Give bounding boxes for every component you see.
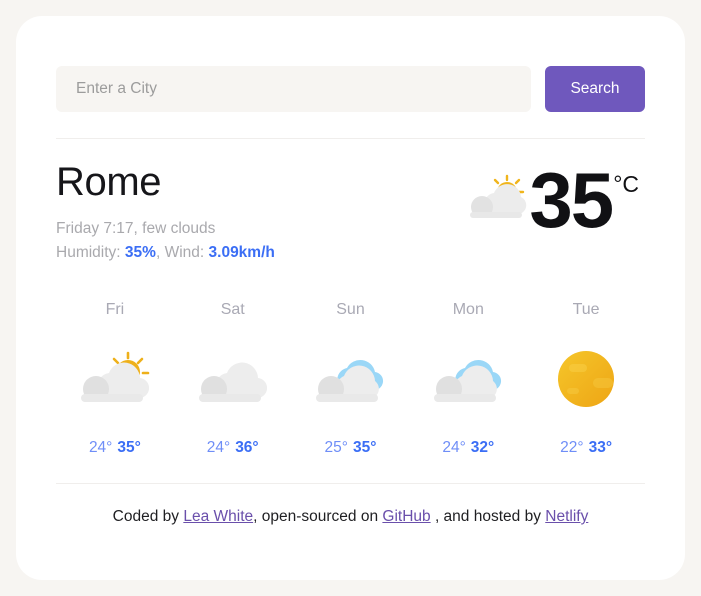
details-separator: , <box>155 244 165 262</box>
forecast-day-label: Fri <box>105 301 125 319</box>
current-weather: Rome Friday 7:17, few clouds Humidity: 3… <box>56 161 645 265</box>
footer-credits: Coded by Lea White, open-sourced on GitH… <box>56 508 645 526</box>
forecast-temps: 25° 35° <box>292 439 410 457</box>
forecast-max-temp: 35° <box>352 439 377 457</box>
footer-prefix: Coded by <box>112 508 184 526</box>
divider-bottom <box>56 483 645 485</box>
forecast-min-temp: 24° <box>88 439 113 457</box>
blue-cloud-icon <box>409 341 527 417</box>
forecast-day-label: Sat <box>220 301 245 319</box>
forecast-temps: 24° 32° <box>409 439 527 457</box>
forecast-day-label: Sun <box>336 301 365 319</box>
forecast-day-2: Sun 25° 35° <box>292 301 410 457</box>
sun-behind-cloud-icon <box>467 174 529 227</box>
wind-value: 3.09km/h <box>208 244 275 262</box>
divider-top <box>56 138 645 139</box>
search-input[interactable] <box>56 66 531 112</box>
forecast-min-temp: 22° <box>560 439 584 457</box>
search-form: Search <box>56 66 645 112</box>
footer-middle-2: , and hosted by <box>430 508 546 526</box>
humidity-value: 35% <box>124 244 156 262</box>
sun-icon <box>527 341 645 417</box>
current-temperature-block: 35 °C <box>467 156 639 244</box>
forecast-temps: 24° 35° <box>56 439 174 457</box>
author-link[interactable]: Lea White <box>183 508 253 525</box>
current-weather-text: Rome Friday 7:17, few clouds Humidity: 3… <box>56 161 275 265</box>
temperature-unit: °C <box>613 171 639 197</box>
city-name: Rome <box>56 160 162 204</box>
humidity-label: Humidity: <box>56 244 121 262</box>
search-button[interactable]: Search <box>545 66 645 112</box>
condition-line: Friday 7:17, few clouds <box>56 220 216 237</box>
app-background: Search Rome Friday 7:17, few clouds Humi… <box>0 0 701 596</box>
details-line: Humidity: 35%, Wind: 3.09km/h <box>56 241 275 265</box>
forecast-min-temp: 24° <box>442 439 466 457</box>
cloud-icon <box>174 341 292 417</box>
forecast-day-1: Sat 24° 36° <box>174 301 292 457</box>
forecast-temps: 22° 33° <box>527 439 645 457</box>
forecast-max-temp: 36° <box>235 439 259 457</box>
wind-label: Wind: <box>164 244 205 262</box>
forecast-max-temp: 33° <box>588 439 613 457</box>
forecast-min-temp: 24° <box>206 439 231 457</box>
forecast-day-label: Tue <box>572 301 600 319</box>
current-temperature: 35 <box>529 156 614 244</box>
github-link[interactable]: GitHub <box>382 508 430 525</box>
forecast-row: Fri 24° 35° Sat 24° 36° Sun 25° 35° Mon … <box>56 301 645 457</box>
netlify-link[interactable]: Netlify <box>545 508 588 525</box>
forecast-day-3: Mon 24° 32° <box>409 301 527 457</box>
forecast-temps: 24° 36° <box>174 439 292 457</box>
footer-middle: , open-sourced on <box>253 508 383 526</box>
blue-cloud-icon <box>292 341 410 417</box>
forecast-day-0: Fri 24° 35° <box>56 301 174 457</box>
forecast-max-temp: 32° <box>470 439 495 457</box>
forecast-day-4: Tue 22° 33° <box>527 301 645 457</box>
forecast-max-temp: 35° <box>117 439 141 457</box>
sun-behind-cloud-icon <box>56 341 174 417</box>
weather-card: Search Rome Friday 7:17, few clouds Humi… <box>16 16 685 580</box>
forecast-day-label: Mon <box>452 301 484 319</box>
forecast-min-temp: 25° <box>324 439 348 457</box>
